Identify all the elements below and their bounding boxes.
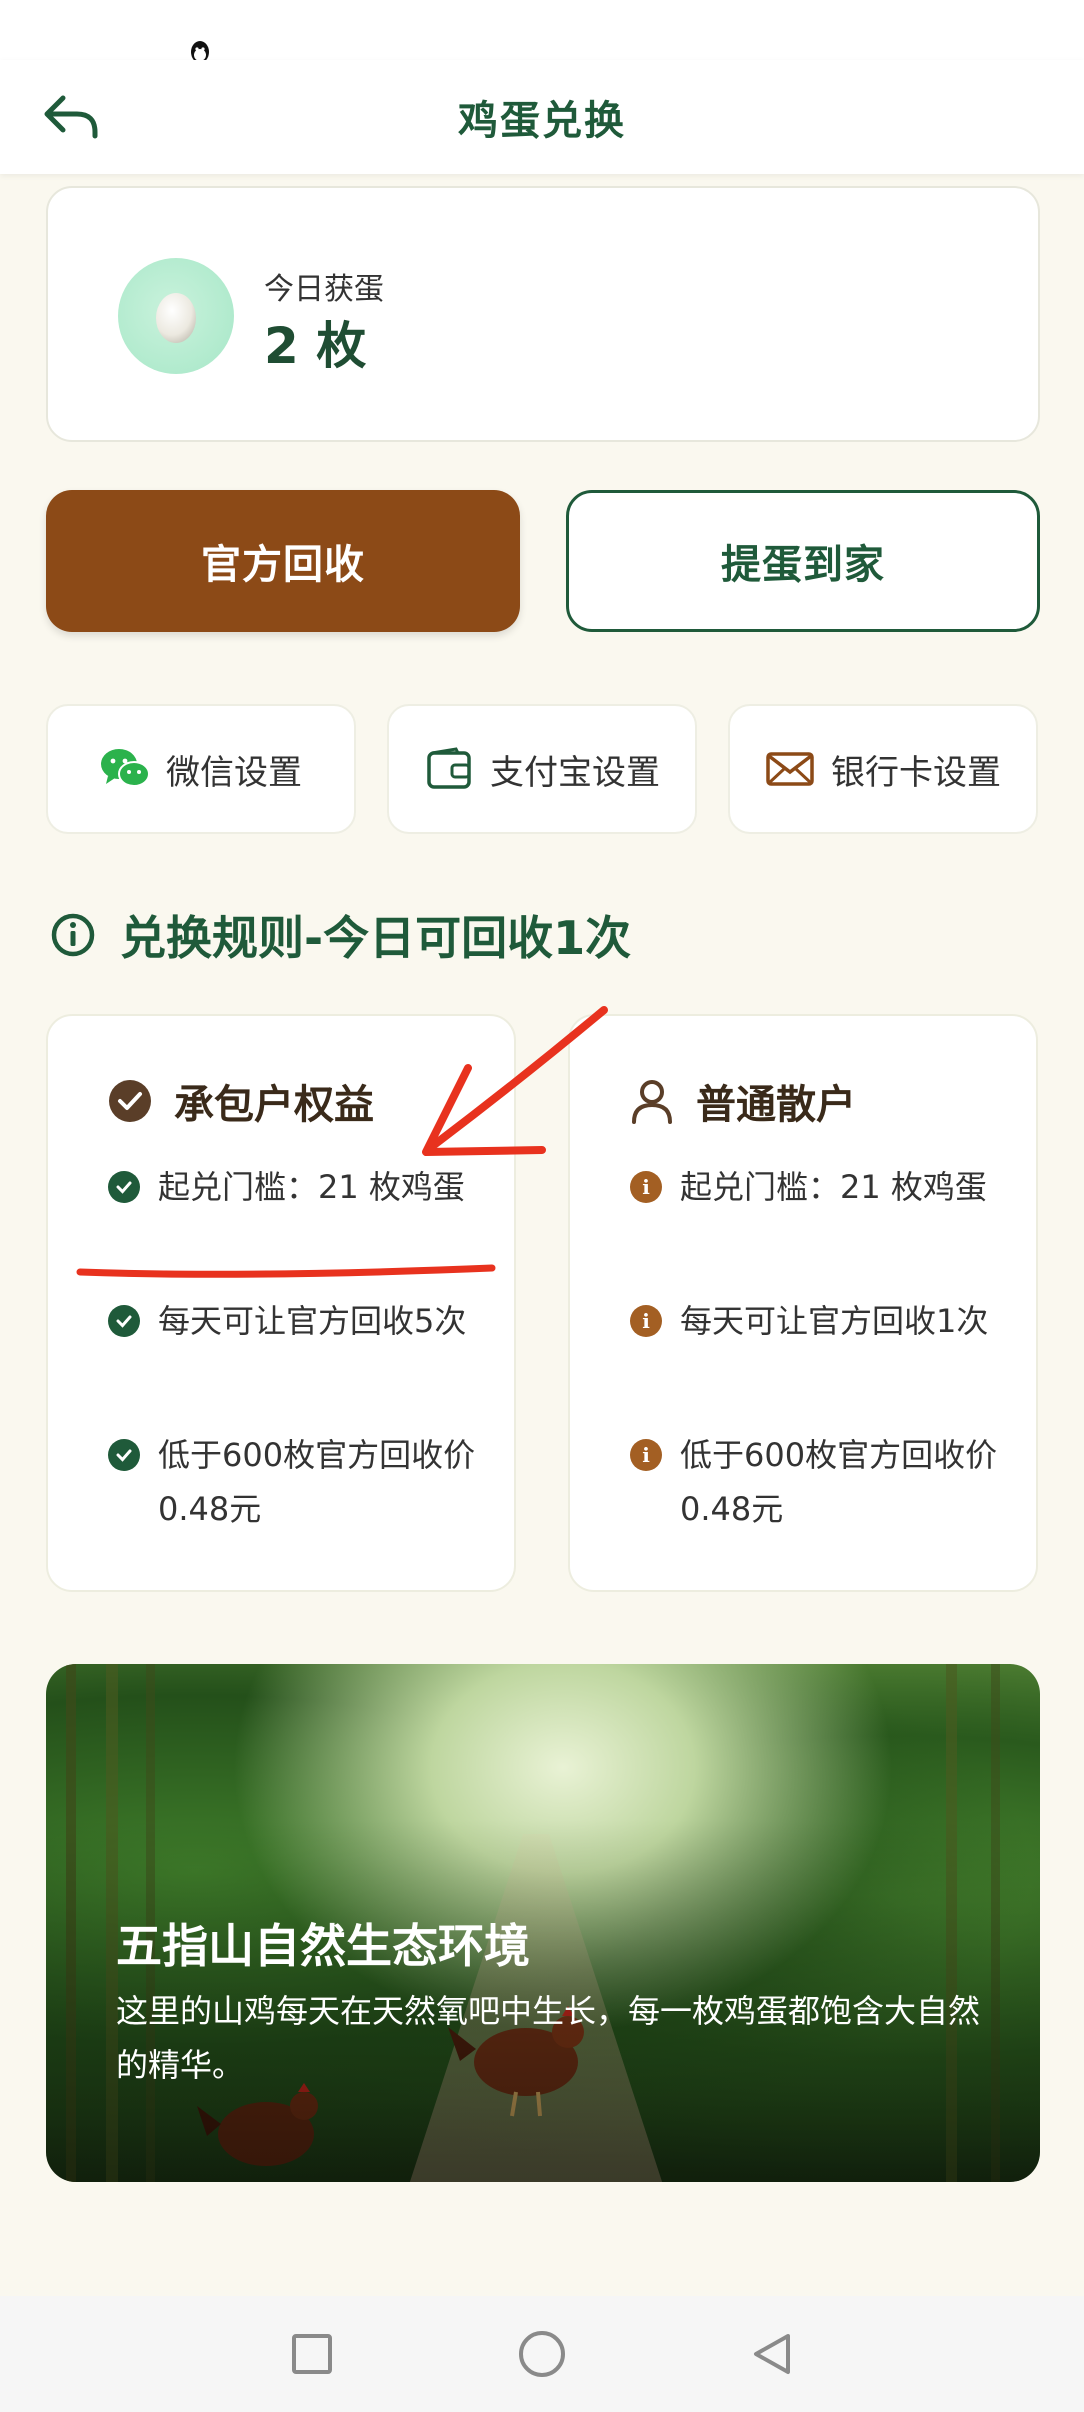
info-icon: i [630, 1305, 662, 1337]
today-eggs-count: 2 枚 [264, 317, 367, 375]
egg-avatar [118, 258, 234, 374]
check-icon [108, 1171, 140, 1203]
envelope-icon [765, 744, 815, 794]
regular-rule-threshold: i 起兑门槛：21 枚鸡蛋 [630, 1160, 1010, 1214]
regular-user-card: 普通散户 i 起兑门槛：21 枚鸡蛋 i 每天可让官方回收1次 i 低于600枚… [568, 1014, 1038, 1592]
alipay-settings-label: 支付宝设置 [490, 752, 660, 793]
regular-rule-price: i 低于600枚官方回收价0.48元 [630, 1428, 1010, 1536]
contractor-card-title: 承包户权益 [174, 1082, 374, 1128]
wechat-settings-button[interactable]: 微信设置 [46, 704, 356, 834]
egg-icon [156, 293, 196, 343]
bank-card-settings-button[interactable]: 银行卡设置 [728, 704, 1038, 834]
alipay-settings-button[interactable]: 支付宝设置 [387, 704, 697, 834]
wechat-settings-label: 微信设置 [166, 752, 302, 793]
check-icon [108, 1439, 140, 1471]
contractor-rule-daily: 每天可让官方回收5次 [108, 1294, 488, 1348]
home-circle-icon[interactable] [516, 2328, 568, 2380]
system-nav-bar [0, 2296, 1084, 2412]
page-title: 鸡蛋兑换 [458, 98, 626, 144]
regular-card-title: 普通散户 [696, 1082, 856, 1128]
ecology-banner[interactable]: 五指山自然生态环境 这里的山鸡每天在天然氧吧中生长，每一枚鸡蛋都饱含大自然的精华… [46, 1664, 1040, 2182]
check-circle-icon [109, 1080, 151, 1122]
deliver-home-button[interactable]: 提蛋到家 [566, 490, 1040, 632]
bank-card-settings-label: 银行卡设置 [831, 752, 1001, 793]
info-circle-icon [51, 913, 95, 957]
contractor-benefits-card: 承包户权益 起兑门槛：21 枚鸡蛋 每天可让官方回收5次 低于600枚官方回收价… [46, 1014, 516, 1592]
contractor-rule-price: 低于600枚官方回收价0.48元 [108, 1428, 488, 1536]
rules-title: 兑换规则-今日可回收1次 [120, 911, 632, 965]
wechat-icon [100, 744, 150, 794]
banner-description: 这里的山鸡每天在天然氧吧中生长，每一枚鸡蛋都饱含大自然的精华。 [116, 1992, 981, 2084]
rules-heading: 兑换规则-今日可回收1次 [50, 900, 631, 970]
recent-apps-square-icon[interactable] [288, 2330, 336, 2378]
back-triangle-icon[interactable] [748, 2330, 796, 2378]
app-header: 鸡蛋兑换 [0, 60, 1084, 174]
info-icon: i [630, 1439, 662, 1471]
contractor-rule-threshold: 起兑门槛：21 枚鸡蛋 [108, 1160, 488, 1214]
wallet-icon [424, 744, 474, 794]
regular-rule-daily: i 每天可让官方回收1次 [630, 1294, 1010, 1348]
info-icon: i [630, 1171, 662, 1203]
contractor-card-header: 承包户权益 [108, 1072, 374, 1130]
official-recycle-button[interactable]: 官方回收 [46, 490, 520, 632]
today-eggs-card: 今日获蛋 2 枚 [46, 186, 1040, 442]
banner-title: 五指山自然生态环境 [116, 1919, 530, 1973]
user-icon [632, 1080, 672, 1124]
today-eggs-label: 今日获蛋 [264, 272, 384, 307]
regular-card-header: 普通散户 [630, 1072, 856, 1130]
check-icon [108, 1305, 140, 1337]
